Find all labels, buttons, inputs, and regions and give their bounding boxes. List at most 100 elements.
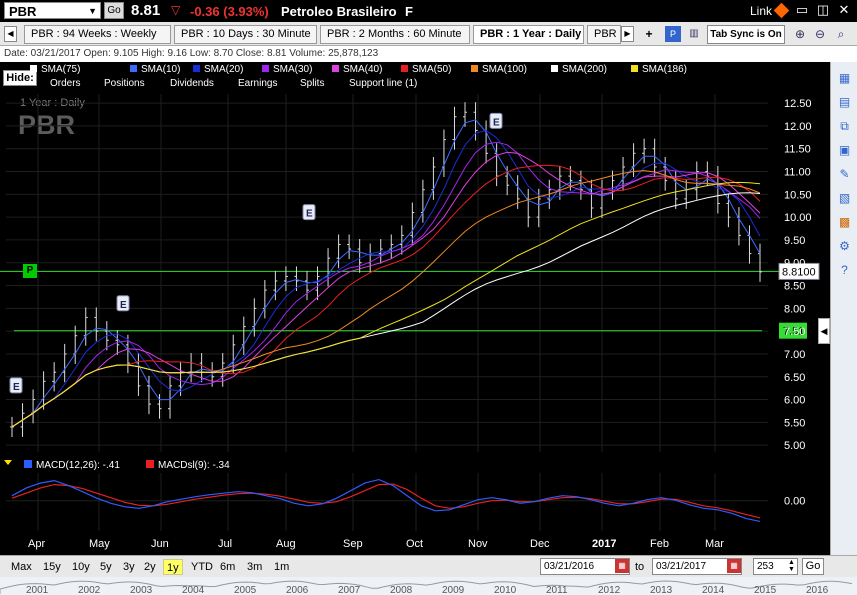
tab-scroll-left-icon[interactable]: ◀ [4,26,17,42]
to-label: to [635,561,645,573]
navigator-year-label: 2013 [650,585,673,595]
tab-sync-button[interactable]: Tab Sync is On [707,25,785,44]
help-icon[interactable]: ? [836,262,853,279]
right-sidebar: ▦ ▤ ⧉ ▣ ✎ ▧ ▩ ⚙ ? [830,62,857,555]
sma-legend-item[interactable]: SMA(186) [631,64,687,75]
period-button[interactable]: 6m [217,559,238,575]
overlay-toggle[interactable]: Support line (1) [349,78,417,89]
macd-collapse-icon[interactable] [4,460,12,465]
sma-line [11,129,761,428]
sma-legend-item[interactable]: SMA(200) [551,64,607,75]
x-tick-label: Dec [530,538,550,550]
overlay-toggle[interactable]: Earnings [238,78,277,89]
navigator-year-label: 2016 [806,585,829,595]
y-tick-label: 7.50 [784,326,805,338]
overlay-toggle[interactable]: Orders [50,78,81,89]
collapse-sidebar-icon[interactable]: ◀ [818,318,830,344]
split-view-icon[interactable]: ▥ [686,26,702,42]
period-button[interactable]: 15y [40,559,64,575]
exchange-code: F [405,4,413,19]
period-button[interactable]: 1y [163,559,183,575]
ohlc-info-bar: Date: 03/21/2017 Open: 9.105 High: 9.16 … [0,46,857,62]
x-tick-label: May [89,538,110,550]
earnings-marker-label: E [120,300,127,311]
range-navigator[interactable]: 2001 2002 2003 2004 2005 2006 2007 2008 2009 2010… [0,577,857,595]
minimize-icon[interactable]: ▭ [794,2,810,18]
sma-legend-item[interactable]: SMA(30) [262,64,312,75]
period-button[interactable]: YTD [188,559,216,575]
tab-weekly[interactable]: PBR : 94 Weeks : Weekly [24,25,171,44]
y-tick-label: 9.00 [784,258,805,270]
color-palette-icon[interactable]: ▩ [836,214,853,231]
y-tick-label: 12.00 [784,121,812,133]
stepper-arrows-icon[interactable]: ▲ ▼ [788,559,795,573]
go-button[interactable]: Go [104,2,124,19]
period-button[interactable]: 3y [120,559,138,575]
price-chart[interactable]: 1 Year : Daily PBR EEEE8.81007.51 12.501… [0,90,830,455]
gear-icon[interactable]: ⚙ [836,238,853,255]
sma-swatch [631,65,638,72]
sma-label: SMA(200) [562,64,608,75]
zoom-out-icon[interactable]: ⊖ [812,26,828,42]
sma-line [11,141,761,428]
period-bar: 03/21/2016 ▦ to 03/21/2017 ▦ 253 ▲ ▼ Go M… [0,555,857,577]
tab-30-minute[interactable]: PBR : 10 Days : 30 Minute [174,25,317,44]
calendar-icon[interactable]: ▦ [727,559,741,573]
period-button[interactable]: 5y [97,559,115,575]
chevron-down-icon[interactable]: ▼ [88,3,97,20]
tab-60-minute[interactable]: PBR : 2 Months : 60 Minute [320,25,470,44]
indicators-icon[interactable]: ▣ [836,142,853,159]
y-tick-label: 10.00 [784,212,812,224]
period-button[interactable]: 2y [141,559,159,575]
x-tick-label: Sep [343,538,363,550]
position-marker[interactable]: P [23,264,37,279]
sma-label: SMA(30) [273,64,313,75]
zoom-in-icon[interactable]: ⊕ [792,26,808,42]
draw-tool-icon[interactable]: ✎ [836,166,853,183]
calendar-icon[interactable]: ▦ [615,559,629,573]
close-icon[interactable]: ✕ [836,2,852,18]
sma-swatch [193,65,200,72]
search-icon[interactable]: ⌕ [833,26,849,42]
navigator-year-label: 2008 [390,585,413,595]
y-tick-label: 11.00 [784,167,811,179]
sma-legend-item[interactable]: SMA(40) [332,64,382,75]
line-chart-icon[interactable]: ▤ [836,94,853,111]
sma-legend-item[interactable]: SMA(20) [193,64,243,75]
sma-swatch [401,65,408,72]
period-button[interactable]: 1m [271,559,292,575]
tab-daily[interactable]: PBR : 1 Year : Daily [473,25,584,44]
sma-swatch [332,65,339,72]
sma-legend-item[interactable]: SMA(50) [401,64,451,75]
notes-icon[interactable]: ▧ [836,190,853,207]
tab-scroll-right-icon[interactable]: ▶ [621,26,634,42]
tab-bar: ◀ PBR : 94 Weeks : Weekly PBR : 10 Days … [0,22,857,46]
overlay-toggle[interactable]: Positions [104,78,145,89]
x-tick-label: Nov [468,538,488,550]
sma-legend-item[interactable]: SMA(75) [30,64,80,75]
chart-properties-icon[interactable]: P [665,26,681,42]
symbol-input[interactable]: PBR ▼ [4,2,101,19]
chart-type-icon[interactable]: ▦ [836,70,853,87]
macd-signal-swatch [146,460,154,468]
company-name: Petroleo Brasileiro [281,4,397,19]
x-tick-label: Jun [151,538,169,550]
overlay-toggle[interactable]: Dividends [170,78,214,89]
sma-swatch [262,65,269,72]
macd-chart[interactable]: MACD(12,26): -.41 MACDsl(9): -.34 0.00 A… [0,455,830,555]
tab-partial[interactable]: PBR : 5 [587,25,621,44]
navigator-year-label: 2009 [442,585,465,595]
maximize-icon[interactable]: ◫ [815,2,831,18]
period-button[interactable]: Max [8,559,35,575]
go-button[interactable]: Go [802,558,824,575]
sma-legend-item[interactable]: SMA(10) [130,64,180,75]
link-label[interactable]: Link [750,4,772,18]
navigator-year-label: 2010 [494,585,517,595]
sma-legend-item[interactable]: SMA(100) [471,64,527,75]
compare-icon[interactable]: ⧉ [836,118,853,135]
link-color-icon[interactable] [773,2,790,19]
period-button[interactable]: 10y [69,559,93,575]
add-tab-icon[interactable]: + [641,26,657,42]
overlay-toggle[interactable]: Splits [300,78,324,89]
period-button[interactable]: 3m [244,559,265,575]
